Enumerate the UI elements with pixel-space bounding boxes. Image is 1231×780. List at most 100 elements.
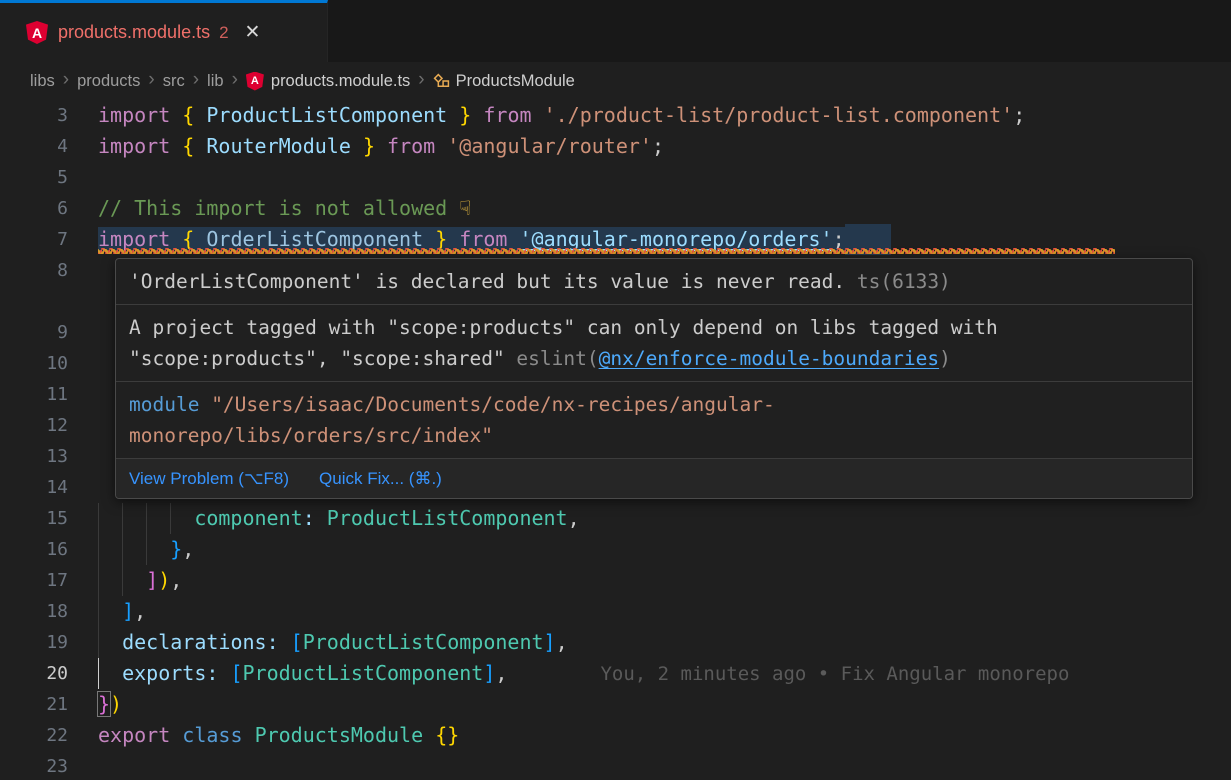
code-token: import <box>98 103 170 127</box>
breadcrumb-item-libs[interactable]: libs <box>30 72 55 91</box>
breadcrumb-item-lib[interactable]: lib <box>207 72 224 91</box>
line-number[interactable]: 19 <box>0 627 68 658</box>
ts-error-message: 'OrderListComponent' is declared but its… <box>129 270 845 293</box>
code-line-content[interactable] <box>98 751 1231 780</box>
breadcrumb-file[interactable]: A products.module.ts <box>246 72 410 91</box>
code-token: { <box>182 103 194 127</box>
line-number[interactable]: 11 <box>0 379 68 410</box>
indent-guide <box>98 534 122 565</box>
breadcrumb-item-src[interactable]: src <box>163 72 185 91</box>
line-number[interactable]: 13 <box>0 441 68 472</box>
breadcrumb: libs›products›src›lib› A products.module… <box>0 62 1231 100</box>
line-number[interactable]: 8 <box>0 255 68 286</box>
tab-error-count-badge: 2 <box>219 23 228 43</box>
line-number[interactable]: 9 <box>0 317 68 348</box>
code-line-21[interactable]: 21}) <box>0 689 1231 720</box>
indent-guide <box>122 534 146 565</box>
quick-fix-button[interactable]: Quick Fix... (⌘.) <box>319 463 442 494</box>
code-token: ProductListComponent <box>327 506 568 530</box>
code-line-7[interactable]: 7 import { OrderListComponent } from '@an… <box>0 224 1231 255</box>
module-keyword: module <box>129 393 199 416</box>
breadcrumb-item-products[interactable]: products <box>77 72 140 91</box>
code-line-19[interactable]: 19 declarations: [ProductListComponent], <box>0 627 1231 658</box>
code-line-16[interactable]: 16}, <box>0 534 1231 565</box>
code-line-content[interactable]: export class ProductsModule {} <box>98 720 1231 751</box>
code-line-15[interactable]: 15 component: ProductListComponent, <box>0 503 1231 534</box>
code-token: ☟ <box>459 196 471 220</box>
code-token: [ <box>291 630 303 654</box>
code-line-3[interactable]: 3 import { ProductListComponent } from '.… <box>0 100 1231 131</box>
code-line-content[interactable]: ]), <box>98 565 1231 596</box>
code-line-23[interactable]: 23 <box>0 751 1231 780</box>
code-token: } <box>363 134 375 158</box>
code-line-content[interactable]: import { ProductListComponent } from './… <box>98 100 1231 131</box>
code-line-5[interactable]: 5 <box>0 162 1231 193</box>
code-line-content[interactable]: ], <box>98 596 1231 627</box>
close-icon[interactable]: ✕ <box>245 21 261 44</box>
code-token <box>375 134 387 158</box>
code-token: , <box>568 506 580 530</box>
code-token <box>423 723 435 747</box>
line-number[interactable]: 6 <box>0 193 68 224</box>
breadcrumb-symbol[interactable]: ProductsModule <box>433 72 575 91</box>
code-line-4[interactable]: 4 import { RouterModule } from '@angular/… <box>0 131 1231 162</box>
code-token: ] <box>122 599 134 623</box>
code-token: [ <box>230 661 242 685</box>
line-number[interactable]: 4 <box>0 131 68 162</box>
line-number[interactable]: 18 <box>0 596 68 627</box>
code-line-content[interactable]: }, <box>98 534 1231 565</box>
code-token: , <box>556 630 568 654</box>
code-token <box>471 103 483 127</box>
code-token: ) <box>158 568 170 592</box>
code-line-content[interactable]: import { RouterModule } from '@angular/r… <box>98 131 1231 162</box>
code-token: ProductListComponent <box>303 630 544 654</box>
error-squiggle <box>98 248 1115 254</box>
tab-products-module[interactable]: A products.module.ts 2 ✕ <box>0 0 328 62</box>
line-number[interactable]: 14 <box>0 472 68 503</box>
line-number[interactable]: 16 <box>0 534 68 565</box>
code-token: import <box>98 134 170 158</box>
line-number[interactable]: 23 <box>0 751 68 780</box>
code-line-content[interactable] <box>98 162 1231 193</box>
line-number[interactable]: 7 <box>0 224 68 255</box>
code-line-content[interactable]: // This import is not allowed ☟ <box>98 193 1231 224</box>
code-line-18[interactable]: 18], <box>0 596 1231 627</box>
line-number[interactable] <box>0 286 68 317</box>
module-path-line2: monorepo/libs/orders/src/index" <box>129 420 1179 451</box>
line-number[interactable]: 22 <box>0 720 68 751</box>
eslint-source-suffix: ) <box>939 347 951 370</box>
code-line-content[interactable]: component: ProductListComponent, <box>98 503 1231 534</box>
code-token: class <box>182 723 242 747</box>
code-line-content[interactable]: }) <box>98 689 1231 720</box>
line-number[interactable]: 17 <box>0 565 68 596</box>
line-number[interactable]: 12 <box>0 410 68 441</box>
line-number[interactable]: 15 <box>0 503 68 534</box>
indent-guide <box>98 658 122 689</box>
eslint-rule-link[interactable]: @nx/enforce-module-boundaries <box>599 347 939 370</box>
code-line-content[interactable]: declarations: [ProductListComponent], <box>98 627 1231 658</box>
code-token: '@angular/router' <box>447 134 652 158</box>
code-token: , <box>182 537 194 561</box>
code-line-22[interactable]: 22 export class ProductsModule {} <box>0 720 1231 751</box>
view-problem-button[interactable]: View Problem (⌥F8) <box>129 463 289 494</box>
chevron-right-icon: › <box>193 69 199 91</box>
line-number[interactable]: 3 <box>0 100 68 131</box>
code-line-17[interactable]: 17]), <box>0 565 1231 596</box>
code-line-20[interactable]: 20 exports: [ProductListComponent],You, 2… <box>0 658 1231 689</box>
code-token: './product-list/product-list.component' <box>544 103 1014 127</box>
code-token: , <box>495 661 507 685</box>
code-line-6[interactable]: 6 // This import is not allowed ☟ <box>0 193 1231 224</box>
code-line-content[interactable]: exports: [ProductListComponent],You, 2 m… <box>98 658 1231 689</box>
tab-bar: A products.module.ts 2 ✕ <box>0 0 1231 62</box>
indent-guide <box>122 565 146 596</box>
angular-icon: A <box>246 72 264 91</box>
code-token: : <box>303 506 327 530</box>
line-number[interactable]: 21 <box>0 689 68 720</box>
code-token <box>435 134 447 158</box>
chevron-right-icon: › <box>418 69 424 91</box>
line-number[interactable]: 20 <box>0 658 68 689</box>
line-number[interactable]: 5 <box>0 162 68 193</box>
error-hover-popup: 'OrderListComponent' is declared but its… <box>115 258 1193 499</box>
code-line-content[interactable]: import { OrderListComponent } from '@ang… <box>98 224 1231 255</box>
line-number[interactable]: 10 <box>0 348 68 379</box>
